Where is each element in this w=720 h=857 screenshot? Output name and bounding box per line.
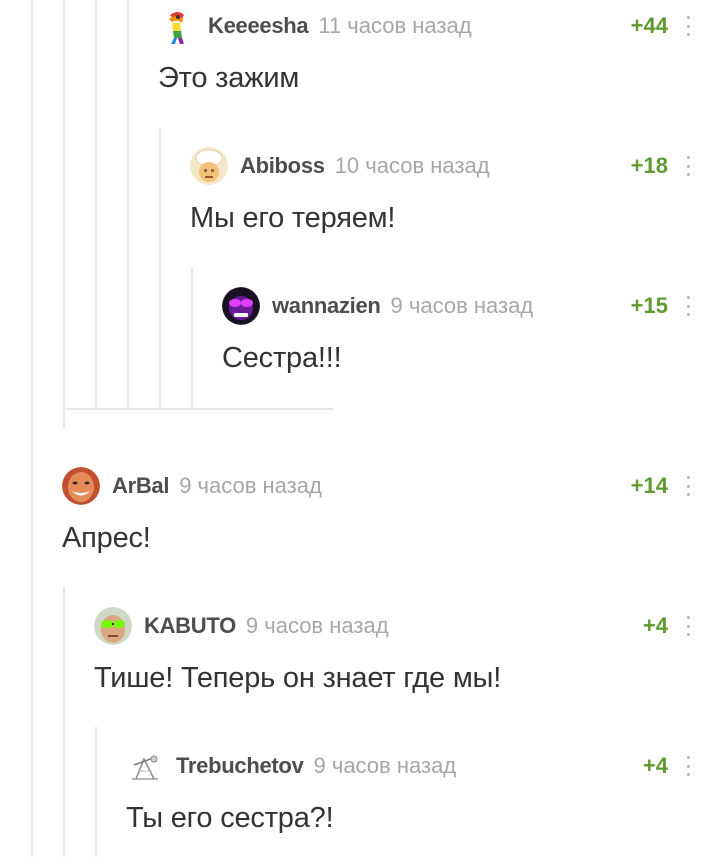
comment-timestamp[interactable]: 9 часов назад bbox=[246, 613, 389, 639]
comment-text: Сестра!!! bbox=[222, 342, 342, 374]
comment-author[interactable]: wannazien bbox=[272, 293, 381, 319]
comment-text: Это зажим bbox=[158, 62, 300, 94]
comment-timestamp[interactable]: 9 часов назад bbox=[391, 293, 534, 319]
more-options-icon[interactable] bbox=[682, 753, 694, 779]
thread-branch-line[interactable] bbox=[63, 0, 65, 428]
comment-header: ArBal 9 часов назад bbox=[62, 467, 322, 505]
comment-timestamp[interactable]: 9 часов назад bbox=[314, 753, 457, 779]
chef-avatar-icon[interactable] bbox=[190, 147, 228, 185]
comment-thread: Keeeesha 11 часов назад +44 Это зажим Ab… bbox=[0, 0, 720, 857]
purple-face-avatar-icon[interactable] bbox=[222, 287, 260, 325]
more-options-icon[interactable] bbox=[682, 153, 694, 179]
comment-text: Апрес! bbox=[62, 522, 151, 554]
sketch-trebuchet-avatar-icon[interactable] bbox=[126, 747, 164, 785]
comment-rating[interactable]: +4 bbox=[643, 613, 668, 639]
comment-rating[interactable]: +15 bbox=[631, 293, 668, 319]
rainbow-figure-icon[interactable] bbox=[158, 7, 196, 45]
thread-branch-line[interactable] bbox=[95, 727, 97, 857]
comment-author[interactable]: Trebuchetov bbox=[176, 753, 304, 779]
thread-branch-line[interactable] bbox=[159, 128, 161, 410]
comment-header: Abiboss 10 часов назад bbox=[190, 147, 490, 185]
comment-rating[interactable]: +18 bbox=[631, 153, 668, 179]
thread-branch-line[interactable] bbox=[191, 268, 193, 410]
comment-timestamp[interactable]: 10 часов назад bbox=[335, 153, 490, 179]
thread-branch-line[interactable] bbox=[31, 0, 33, 857]
comment-text: Ты его сестра?! bbox=[126, 802, 334, 834]
comment-header: Trebuchetov 9 часов назад bbox=[126, 747, 457, 785]
comment-timestamp[interactable]: 11 часов назад bbox=[318, 13, 471, 39]
thread-branch-line[interactable] bbox=[95, 0, 97, 410]
green-glasses-avatar-icon[interactable] bbox=[94, 607, 132, 645]
more-options-icon[interactable] bbox=[682, 473, 694, 499]
more-options-icon[interactable] bbox=[682, 13, 694, 39]
thread-branch-line[interactable] bbox=[63, 587, 65, 857]
comment-author[interactable]: Abiboss bbox=[240, 153, 325, 179]
comment-author[interactable]: Keeeesha bbox=[208, 13, 309, 39]
comment-author[interactable]: KABUTO bbox=[144, 613, 236, 639]
comment-header: KABUTO 9 часов назад bbox=[94, 607, 389, 645]
comment-text: Тише! Теперь он знает где мы! bbox=[94, 662, 502, 694]
thread-branch-end bbox=[63, 408, 333, 410]
comment-header: Keeeesha 11 часов назад bbox=[158, 7, 472, 45]
comment-rating[interactable]: +44 bbox=[631, 13, 668, 39]
thread-branch-line[interactable] bbox=[127, 0, 129, 410]
more-options-icon[interactable] bbox=[682, 293, 694, 319]
comment-header: wannazien 9 часов назад bbox=[222, 287, 534, 325]
comment-author[interactable]: ArBal bbox=[112, 473, 169, 499]
comment-timestamp[interactable]: 9 часов назад bbox=[179, 473, 322, 499]
comment-text: Мы его теряем! bbox=[190, 202, 396, 234]
smiling-man-avatar-icon[interactable] bbox=[62, 467, 100, 505]
comment-rating[interactable]: +4 bbox=[643, 753, 668, 779]
comment-rating[interactable]: +14 bbox=[631, 473, 668, 499]
more-options-icon[interactable] bbox=[682, 613, 694, 639]
